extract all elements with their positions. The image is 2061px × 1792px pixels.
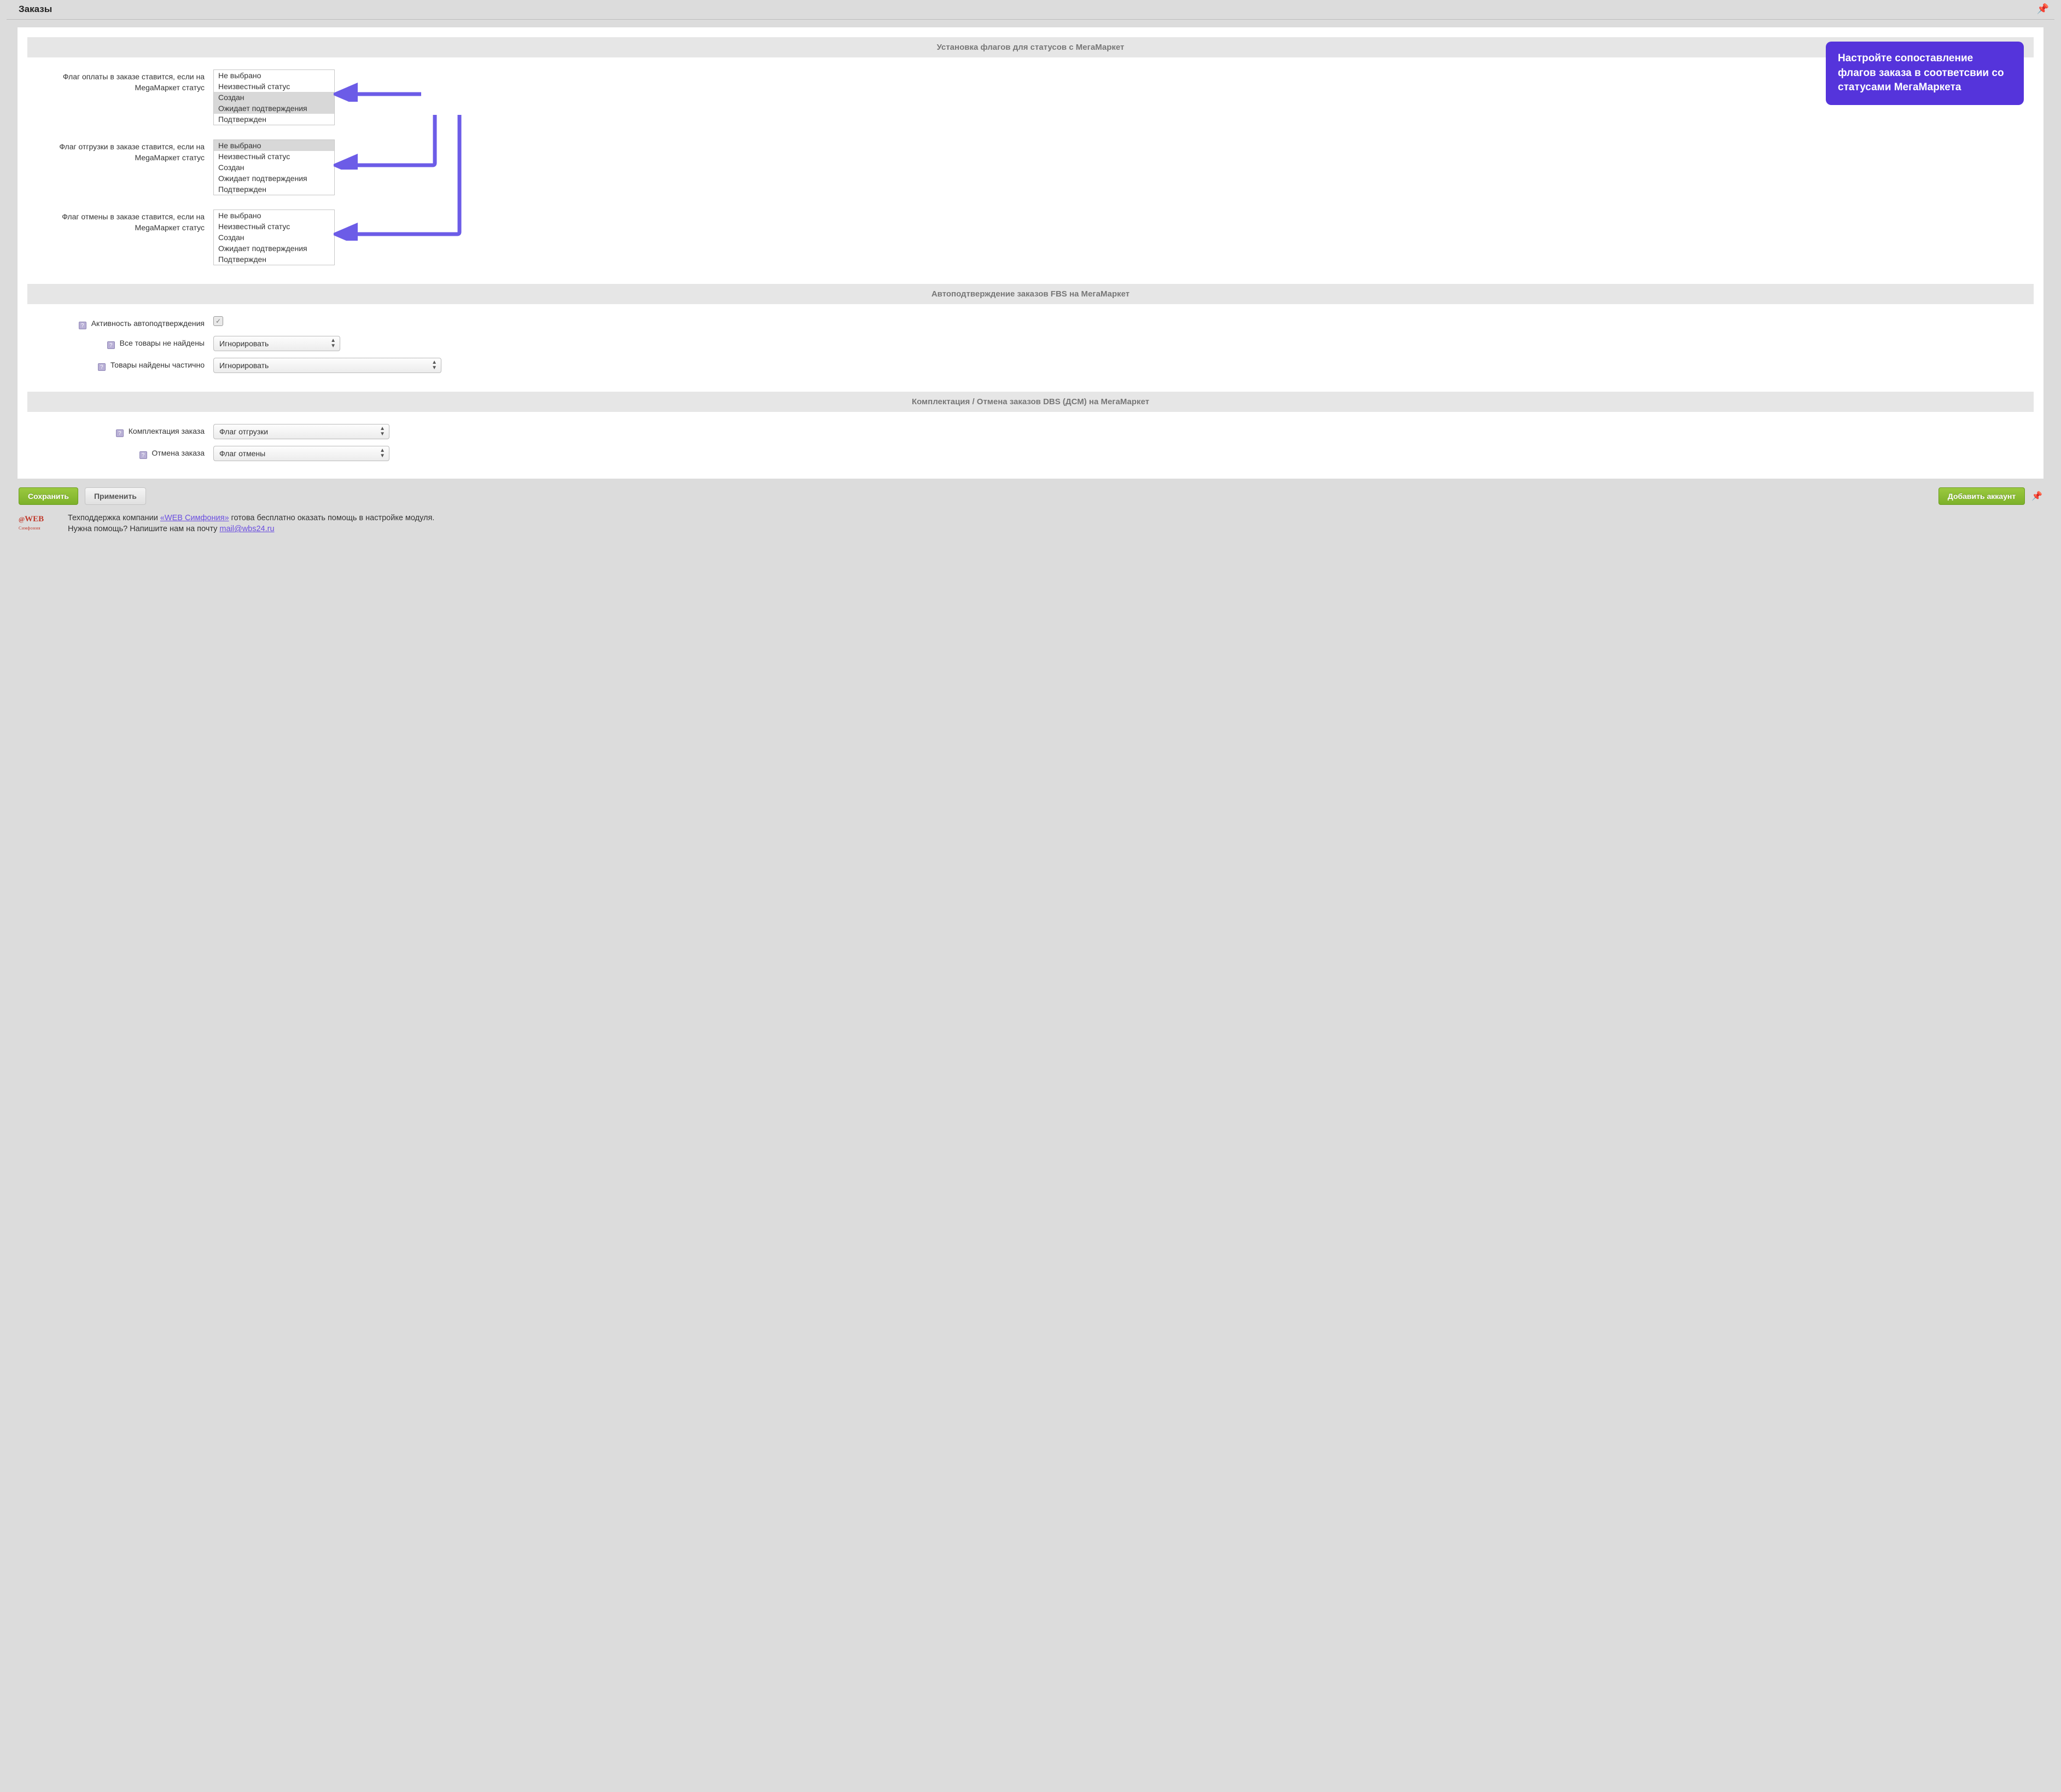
status-option[interactable]: Ожидает подтверждения — [214, 173, 334, 184]
support-text-part: готова бесплатно оказать помощь в настро… — [229, 514, 435, 522]
support-text-part: Техподдержка компании — [68, 514, 160, 522]
status-option[interactable]: Подтвержден — [214, 184, 334, 195]
callout-tooltip: Настройте сопоставление флагов заказа в … — [1826, 42, 2024, 105]
status-option[interactable]: Не выбрано — [214, 140, 334, 151]
partial-value: Игнорировать — [219, 361, 269, 370]
hint-icon[interactable]: ? — [79, 322, 86, 329]
status-option[interactable]: Ожидает подтверждения — [214, 243, 334, 254]
cancel-select[interactable]: Флаг отмены ▲▼ — [213, 446, 389, 461]
support-email-link[interactable]: mail@wbs24.ru — [219, 525, 274, 533]
status-option[interactable]: Неизвестный статус — [214, 81, 334, 92]
status-option[interactable]: Неизвестный статус — [214, 221, 334, 232]
partial-label: Товары найдены частично — [110, 360, 205, 369]
hint-icon[interactable]: ? — [98, 363, 106, 371]
status-multiselect-2[interactable]: Не выбраноНеизвестный статусСозданОжидае… — [213, 210, 335, 265]
pack-label: Комплектация заказа — [129, 427, 205, 435]
support-text: Техподдержка компании «WEB Симфония» гот… — [68, 513, 434, 535]
settings-card: Установка флагов для статусов с МегаМарк… — [18, 27, 2043, 479]
status-option[interactable]: Создан — [214, 92, 334, 103]
footer-area: Сохранить Применить Добавить аккаунт 📌 @… — [7, 479, 2054, 538]
web-symphony-logo: @WEBСимфония — [19, 513, 61, 531]
status-option[interactable]: Подтвержден — [214, 114, 334, 125]
section-header-dbs: Комплектация / Отмена заказов DBS (ДСМ) … — [27, 392, 2034, 412]
not-found-value: Игнорировать — [219, 339, 269, 348]
hint-icon[interactable]: ? — [107, 341, 115, 349]
section-header-autoconfirm: Автоподтверждение заказов FBS на МегаМар… — [27, 284, 2034, 304]
cancel-label: Отмена заказа — [152, 449, 205, 457]
save-button[interactable]: Сохранить — [19, 487, 78, 505]
flag-row-label: Флаг оплаты в заказе ставится, если на M… — [18, 69, 213, 94]
pin-icon[interactable]: 📌 — [2037, 3, 2049, 15]
support-text-part: Нужна помощь? Напишите нам на почту — [68, 525, 219, 533]
status-option[interactable]: Не выбрано — [214, 210, 334, 221]
status-multiselect-1[interactable]: Не выбраноНеизвестный статусСозданОжидае… — [213, 139, 335, 195]
activity-checkbox[interactable]: ✓ — [213, 316, 223, 326]
pack-value: Флаг отгрузки — [219, 427, 268, 436]
flag-row-label: Флаг отмены в заказе ставится, если на M… — [18, 210, 213, 234]
not-found-select[interactable]: Игнорировать ▲▼ — [213, 336, 340, 351]
add-account-button[interactable]: Добавить аккаунт — [1938, 487, 2025, 505]
apply-button[interactable]: Применить — [85, 487, 146, 505]
hint-icon[interactable]: ? — [139, 451, 147, 459]
pack-select[interactable]: Флаг отгрузки ▲▼ — [213, 424, 389, 439]
status-option[interactable]: Ожидает подтверждения — [214, 103, 334, 114]
flag-row-label: Флаг отгрузки в заказе ставится, если на… — [18, 139, 213, 164]
partial-select[interactable]: Игнорировать ▲▼ — [213, 358, 441, 373]
section-header-flags: Установка флагов для статусов с МегаМарк… — [27, 37, 2034, 57]
status-option[interactable]: Неизвестный статус — [214, 151, 334, 162]
status-multiselect-0[interactable]: Не выбраноНеизвестный статусСозданОжидае… — [213, 69, 335, 125]
pin-icon[interactable]: 📌 — [2031, 492, 2042, 501]
page-title: Заказы — [19, 4, 52, 15]
hint-icon[interactable]: ? — [116, 429, 124, 437]
not-found-label: Все товары не найдены — [120, 339, 205, 347]
status-option[interactable]: Подтвержден — [214, 254, 334, 265]
chevron-updown-icon: ▲▼ — [380, 448, 385, 459]
chevron-updown-icon: ▲▼ — [380, 426, 385, 437]
chevron-updown-icon: ▲▼ — [432, 360, 437, 371]
activity-label: Активность автоподтверждения — [91, 319, 205, 328]
cancel-value: Флаг отмены — [219, 449, 265, 458]
status-option[interactable]: Создан — [214, 232, 334, 243]
status-option[interactable]: Создан — [214, 162, 334, 173]
web-symphony-link[interactable]: «WEB Симфония» — [160, 514, 229, 522]
chevron-updown-icon: ▲▼ — [330, 338, 336, 349]
status-option[interactable]: Не выбрано — [214, 70, 334, 81]
